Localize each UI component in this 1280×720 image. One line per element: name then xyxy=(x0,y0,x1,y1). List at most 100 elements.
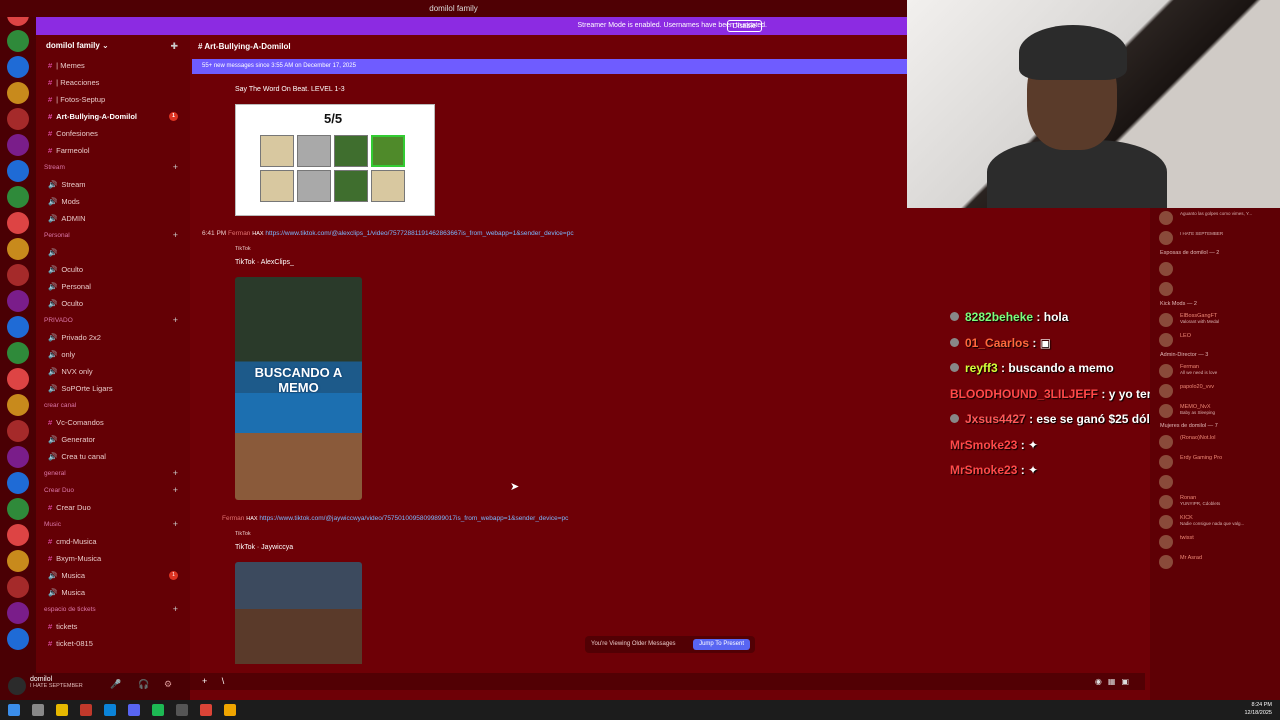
channel-personal-1[interactable]: 🔊 xyxy=(36,244,190,261)
jump-to-present-button[interactable]: Jump To Present xyxy=(693,639,750,650)
server-icon[interactable] xyxy=(7,576,29,598)
gif-icon[interactable]: ▦ xyxy=(1108,677,1122,686)
channel-art-bullying[interactable]: # Art-Bullying-A-Domilol 1 xyxy=(36,108,190,125)
gift-icon[interactable]: ◉ xyxy=(1095,677,1108,686)
channel-nvx-only[interactable]: 🔊 NVX only xyxy=(36,363,190,380)
member-item[interactable]: KICK Nadie consigue nada que valg... xyxy=(1150,512,1280,532)
member-item[interactable] xyxy=(1150,279,1280,299)
add-member-icon[interactable]: ✚ xyxy=(170,35,178,57)
headphones-icon[interactable]: 🎧 xyxy=(138,679,149,690)
disable-streamer-mode-button[interactable]: Disable xyxy=(726,20,762,32)
spotify-icon[interactable] xyxy=(152,704,164,716)
channel-ticket-0815[interactable]: # ticket-0815 xyxy=(36,635,190,652)
server-icon[interactable] xyxy=(7,394,29,416)
server-icon[interactable] xyxy=(7,30,29,52)
app-icon[interactable] xyxy=(80,704,92,716)
discord-icon[interactable] xyxy=(128,704,140,716)
channel-confesiones[interactable]: # Confesiones xyxy=(36,125,190,142)
game-image[interactable]: 5/5 xyxy=(235,104,435,216)
channel-cmd-musica[interactable]: # cmd-Musica xyxy=(36,533,190,550)
channel-memes[interactable]: # | Memes xyxy=(36,57,190,74)
server-icon[interactable] xyxy=(7,316,29,338)
video-embed[interactable] xyxy=(235,562,362,664)
member-item[interactable] xyxy=(1150,259,1280,279)
channel-mods[interactable]: 🔊 Mods xyxy=(36,193,190,210)
member-item[interactable]: Ferman All we need is love xyxy=(1150,361,1280,381)
channel-only[interactable]: 🔊 only xyxy=(36,346,190,363)
attach-plus-icon[interactable]: + xyxy=(202,676,207,686)
embed-title[interactable]: TikTok · Jaywiccya xyxy=(235,544,293,551)
server-icon[interactable] xyxy=(7,550,29,572)
member-item[interactable]: Erdy Gaming Pro xyxy=(1150,452,1280,472)
server-icon[interactable] xyxy=(7,342,29,364)
server-icon[interactable] xyxy=(7,134,29,156)
start-icon[interactable] xyxy=(8,704,20,716)
message-author[interactable]: Ferman xyxy=(222,515,244,522)
folder-icon[interactable] xyxy=(56,704,68,716)
message-composer[interactable]: + \ ◉▦▣ xyxy=(190,673,1145,690)
server-icon[interactable] xyxy=(7,628,29,650)
server-icon[interactable] xyxy=(7,446,29,468)
channel-crea-tu-canal[interactable]: 🔊 Crea tu canal xyxy=(36,448,190,465)
channel-farmeolol[interactable]: # Farmeolol xyxy=(36,142,190,159)
category-general[interactable]: general + xyxy=(36,465,190,482)
member-item[interactable]: ElBossGangFT Valorant with Medal xyxy=(1150,310,1280,330)
channel-generator[interactable]: 🔊 Generator xyxy=(36,431,190,448)
add-channel-icon[interactable]: + xyxy=(173,159,178,176)
member-item[interactable]: Ronan YUNYIPR, Cdoblets xyxy=(1150,492,1280,512)
member-item[interactable]: twisst xyxy=(1150,532,1280,552)
search-icon[interactable] xyxy=(32,704,44,716)
server-icon[interactable] xyxy=(7,56,29,78)
category-stream[interactable]: Stream + xyxy=(36,159,190,176)
server-icon[interactable] xyxy=(7,498,29,520)
add-channel-icon[interactable]: + xyxy=(173,482,178,499)
channel-fotos[interactable]: # | Fotos-Septup xyxy=(36,91,190,108)
video-embed[interactable]: BUSCANDO A MEMO xyxy=(235,277,362,500)
channel-musica-1[interactable]: 🔊 Musica 1 xyxy=(36,567,190,584)
avatar[interactable] xyxy=(8,677,26,695)
channel-oculto-2[interactable]: 🔊 Oculto xyxy=(36,295,190,312)
add-channel-icon[interactable]: + xyxy=(173,312,178,329)
server-icon[interactable] xyxy=(7,472,29,494)
message-input[interactable]: \ xyxy=(222,676,225,686)
server-icon[interactable] xyxy=(7,212,29,234)
server-icon[interactable] xyxy=(7,82,29,104)
chrome-icon[interactable] xyxy=(200,704,212,716)
server-icon[interactable] xyxy=(7,160,29,182)
member-item[interactable] xyxy=(1150,472,1280,492)
server-icon[interactable] xyxy=(7,602,29,624)
channel-personal[interactable]: 🔊 Personal xyxy=(36,278,190,295)
system-clock[interactable]: 8:24 PM 12/18/2025 xyxy=(1244,701,1272,717)
category-crear-canal[interactable]: crear canal xyxy=(36,397,190,414)
member-item[interactable]: Aguanto las golpes como vimes, Y... xyxy=(1150,208,1280,228)
embed-title[interactable]: TikTok · AlexClips_ xyxy=(235,259,294,266)
channel-admin[interactable]: 🔊 ADMIN xyxy=(36,210,190,227)
category-music[interactable]: Music + xyxy=(36,516,190,533)
category-crear-duo[interactable]: Crear Duo + xyxy=(36,482,190,499)
server-icon[interactable] xyxy=(7,186,29,208)
channel-soporte[interactable]: 🔊 SoPOrte Ligars xyxy=(36,380,190,397)
message-link[interactable]: https://www.tiktok.com/@alexclips_1/vide… xyxy=(265,230,573,237)
emoji-icon[interactable]: ▣ xyxy=(1121,677,1135,686)
channel-vc-comandos[interactable]: # Vc-Comandos xyxy=(36,414,190,431)
mic-muted-icon[interactable]: 🎤 xyxy=(110,679,121,690)
channel-crear-duo[interactable]: # Crear Duo xyxy=(36,499,190,516)
gear-icon[interactable]: ⚙ xyxy=(164,679,172,690)
new-messages-bar[interactable]: 55+ new messages since 3:55 AM on Decemb… xyxy=(192,59,907,74)
server-icon[interactable] xyxy=(7,368,29,390)
member-item[interactable]: LEO xyxy=(1150,330,1280,350)
server-name[interactable]: domilol family ⌄ ✚ xyxy=(36,35,190,57)
member-item[interactable]: Mr Asrad xyxy=(1150,552,1280,572)
add-channel-icon[interactable]: + xyxy=(173,465,178,482)
server-icon[interactable] xyxy=(7,524,29,546)
member-item[interactable]: MEMO_NvX Baby as Sleeping xyxy=(1150,401,1280,421)
server-icon[interactable] xyxy=(7,108,29,130)
channel-privado[interactable]: 🔊 Privado 2x2 xyxy=(36,329,190,346)
category-personal[interactable]: Personal + xyxy=(36,227,190,244)
category-privado[interactable]: PRIVADO + xyxy=(36,312,190,329)
server-icon[interactable] xyxy=(7,420,29,442)
add-channel-icon[interactable]: + xyxy=(173,601,178,618)
server-icon[interactable] xyxy=(7,290,29,312)
channel-bxym-musica[interactable]: # Bxym-Musica xyxy=(36,550,190,567)
channel-tickets[interactable]: # tickets xyxy=(36,618,190,635)
